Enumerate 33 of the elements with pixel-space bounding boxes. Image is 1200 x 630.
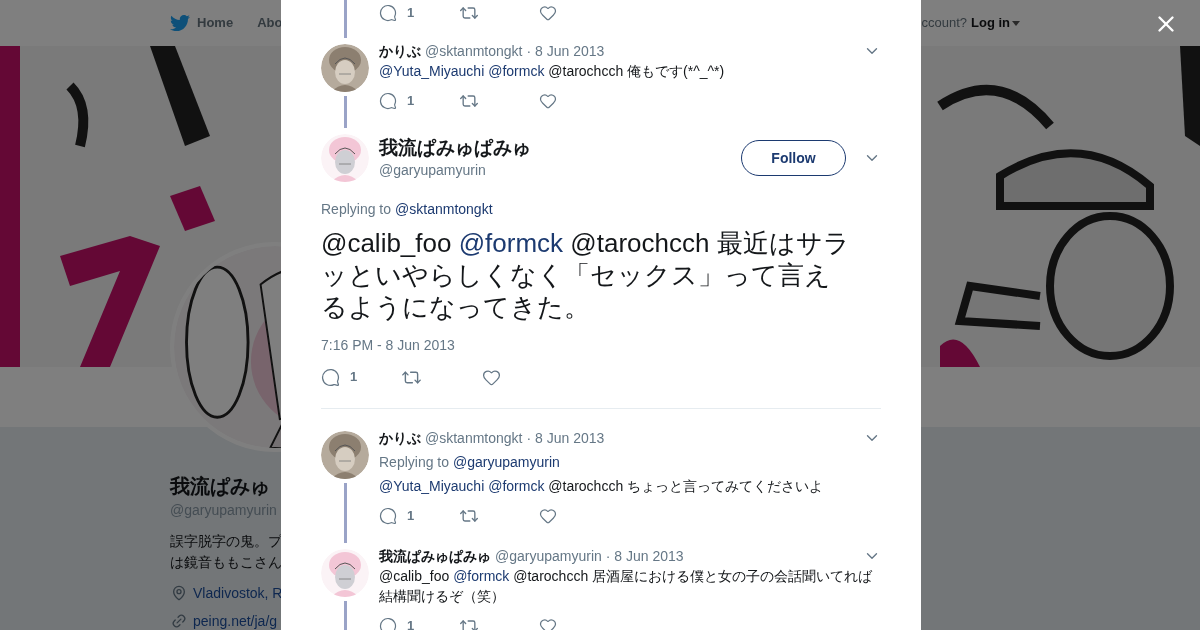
user-handle: @garyupamyurin <box>495 546 602 566</box>
user-handle: @sktanmtongkt <box>425 428 523 448</box>
replying-label: Replying to <box>379 453 450 472</box>
heart-icon[interactable] <box>539 4 557 22</box>
bird-icon[interactable] <box>170 13 190 33</box>
mention-link[interactable]: @formck <box>488 478 545 494</box>
heart-icon[interactable] <box>539 507 557 525</box>
reply-button[interactable]: 1 <box>379 616 459 630</box>
mention-link[interactable]: @formck <box>453 568 510 584</box>
tweet-text: @calib_foo @formck @tarochcch 居酒屋における僕と女の子の会話聞いてれば結構聞けるぞ（笑） <box>379 567 874 606</box>
profile-link[interactable]: peing.net/ja/g <box>193 611 278 630</box>
mention-link[interactable]: @Yuta_Miyauchi <box>379 478 485 494</box>
nav-link[interactable]: Home <box>197 13 234 33</box>
tweet-text: @Yuta_Miyauchi @formck @tarochcch ちょっと言ってみてくださいよ <box>379 477 825 496</box>
account-prompt: ccount? <box>921 14 967 33</box>
profile-bio: 誤字脱字の鬼。プ は鏡音ももこさん <box>170 533 282 572</box>
heart-icon[interactable] <box>482 367 501 387</box>
login-button[interactable]: Log in <box>971 13 1020 33</box>
mention-link[interactable]: @garyupamyurin <box>453 452 560 472</box>
reply-icon <box>379 4 397 22</box>
reply-button[interactable]: 1 <box>379 3 459 23</box>
tweet-date[interactable]: · 8 Jun 2013 <box>605 545 684 567</box>
user-name[interactable]: かりぶ <box>379 427 421 449</box>
location-pin-icon <box>171 585 187 601</box>
reply-button[interactable]: 1 <box>379 506 459 526</box>
profile-location: Vladivostok, R <box>193 584 283 603</box>
reply-icon <box>379 507 397 525</box>
tweet-date[interactable]: · 8 Jun 2013 <box>526 427 605 449</box>
nav-link[interactable]: Abo <box>257 13 283 33</box>
caret-down-icon <box>1012 20 1020 26</box>
user-name[interactable]: 我流ぱみゅぱみゅ <box>379 545 491 567</box>
reply-icon <box>379 617 397 630</box>
heart-icon[interactable] <box>539 617 557 630</box>
